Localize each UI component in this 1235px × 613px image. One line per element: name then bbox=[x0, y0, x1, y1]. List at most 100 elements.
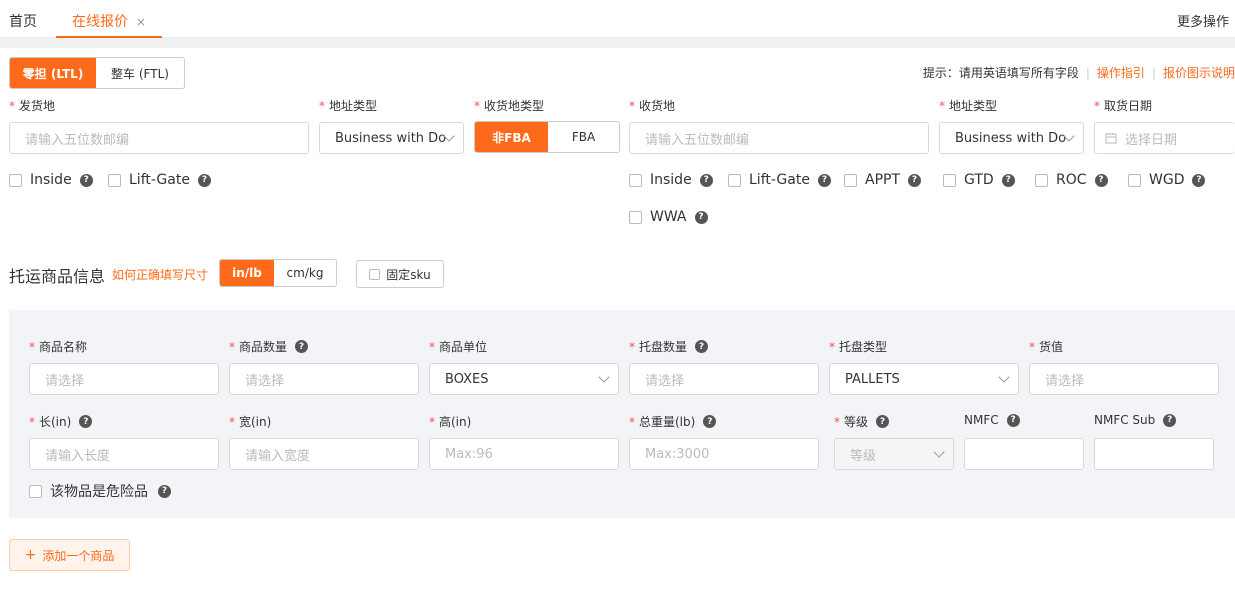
chevron-down-icon bbox=[933, 446, 945, 458]
checkbox-box[interactable] bbox=[108, 173, 121, 187]
checkbox-label: WGD bbox=[1149, 172, 1185, 188]
chevron-down-icon bbox=[998, 371, 1010, 383]
divider: | bbox=[1085, 66, 1090, 80]
question-circle-icon[interactable]: ? bbox=[79, 415, 93, 428]
tab-bar bbox=[0, 0, 1235, 38]
question-circle-icon[interactable]: ? bbox=[295, 340, 309, 353]
item-qty-input[interactable]: 请选择 bbox=[229, 363, 419, 395]
checkbox-box[interactable] bbox=[629, 210, 642, 224]
item-name-select[interactable]: 请选择 bbox=[29, 363, 219, 395]
class-select[interactable]: 等级 bbox=[834, 438, 954, 470]
question-circle-icon[interactable]: ? bbox=[1163, 413, 1177, 427]
height-input[interactable]: Max:96 bbox=[429, 438, 619, 470]
unit-cm-kg-button[interactable]: cm/kg bbox=[274, 260, 336, 286]
checkbox-label: WWA bbox=[650, 209, 687, 225]
value-label: * 货值 bbox=[1029, 340, 1064, 354]
length-input[interactable]: 请输入长度 bbox=[29, 438, 219, 470]
fba-button[interactable]: FBA bbox=[548, 122, 619, 152]
nmfc-label: NMFC? bbox=[964, 413, 1020, 427]
unit-in-lb-button[interactable]: in/lb bbox=[220, 260, 274, 286]
dest-roc-checkbox[interactable]: ROC? bbox=[1035, 172, 1108, 188]
checkbox-label: GTD bbox=[964, 172, 994, 188]
origin-label-text: 发货地 bbox=[19, 99, 56, 113]
quote-diagram-link[interactable]: 报价图示说明 bbox=[1163, 66, 1235, 80]
dest-zip-input[interactable]: 请输入五位数邮编 bbox=[629, 122, 929, 154]
weight-input[interactable]: Max:3000 bbox=[629, 438, 819, 470]
origin-addr-type-label: * 地址类型 bbox=[319, 99, 378, 113]
tab-home[interactable]: 首页 bbox=[9, 11, 37, 31]
checkbox-box[interactable] bbox=[9, 173, 22, 187]
divider: | bbox=[1151, 66, 1156, 80]
width-label: * 宽(in) bbox=[229, 415, 272, 429]
width-input[interactable]: 请输入宽度 bbox=[229, 438, 419, 470]
dest-wwa-checkbox[interactable]: WWA? bbox=[629, 209, 708, 225]
quote-page: 首页 在线报价 × 更多操作 零担 (LTL) 整车 (FTL) 提示：请用英语填… bbox=[0, 0, 1235, 613]
pickup-date-label-text: 取货日期 bbox=[1104, 99, 1153, 113]
non-fba-button[interactable]: 非FBA bbox=[475, 122, 548, 152]
checkbox-box[interactable] bbox=[728, 173, 741, 187]
question-circle-icon[interactable]: ? bbox=[1094, 173, 1108, 187]
nmfc-sub-label: NMFC Sub? bbox=[1094, 413, 1177, 427]
pallet-type-value: PALLETS bbox=[845, 371, 900, 387]
question-circle-icon[interactable]: ? bbox=[1006, 413, 1020, 427]
pickup-date-label: * 取货日期 bbox=[1094, 99, 1153, 113]
question-circle-icon[interactable]: ? bbox=[817, 173, 831, 187]
dest-inside-checkbox[interactable]: Inside? bbox=[629, 172, 713, 188]
height-label: * 高(in) bbox=[429, 415, 472, 429]
question-circle-icon[interactable]: ? bbox=[197, 173, 211, 187]
dest-liftgate-checkbox[interactable]: Lift-Gate? bbox=[728, 172, 831, 188]
pallet-type-select[interactable]: PALLETS bbox=[829, 363, 1019, 395]
dest-wgd-checkbox[interactable]: WGD? bbox=[1128, 172, 1206, 188]
checkbox-box[interactable] bbox=[369, 268, 381, 280]
size-help-link[interactable]: 如何正确填写尺寸 bbox=[112, 266, 208, 283]
dest-gtd-checkbox[interactable]: GTD? bbox=[943, 172, 1015, 188]
tab-online-quote[interactable]: 在线报价 × bbox=[56, 0, 163, 38]
checkbox-box[interactable] bbox=[1035, 173, 1048, 187]
question-circle-icon[interactable]: ? bbox=[158, 484, 171, 498]
dest-type-toggle: 非FBA FBA bbox=[474, 121, 620, 153]
question-circle-icon[interactable]: ? bbox=[1001, 173, 1015, 187]
dest-appt-checkbox[interactable]: APPT? bbox=[844, 172, 922, 188]
nmfc-input[interactable] bbox=[964, 438, 1084, 470]
mode-ltl-button[interactable]: 零担 (LTL) bbox=[10, 58, 96, 88]
pallet-qty-input[interactable]: 请选择 bbox=[629, 363, 819, 395]
pallet-qty-label-text: 托盘数量 bbox=[639, 340, 688, 354]
origin-liftgate-checkbox[interactable]: Lift-Gate? bbox=[108, 172, 211, 188]
origin-zip-input[interactable]: 请输入五位数邮编 bbox=[9, 122, 309, 154]
destination-label: * 收货地 bbox=[629, 99, 676, 113]
close-icon[interactable]: × bbox=[136, 15, 146, 29]
question-circle-icon[interactable]: ? bbox=[79, 173, 93, 187]
question-circle-icon[interactable]: ? bbox=[699, 173, 713, 187]
fixed-sku-checkbox[interactable]: 固定sku bbox=[356, 260, 444, 288]
add-item-button[interactable]: + 添加一个商品 bbox=[9, 539, 130, 571]
nmfc-label-text: NMFC bbox=[964, 413, 999, 427]
checkbox-box[interactable] bbox=[29, 484, 42, 498]
question-circle-icon[interactable]: ? bbox=[876, 415, 890, 428]
question-circle-icon[interactable]: ? bbox=[908, 173, 922, 187]
more-operations-button[interactable]: 更多操作 bbox=[1177, 11, 1229, 30]
value-input[interactable]: 请选择 bbox=[1029, 363, 1219, 395]
width-label-text: 宽(in) bbox=[239, 415, 272, 429]
mode-ftl-button[interactable]: 整车 (FTL) bbox=[96, 58, 184, 88]
item-unit-select[interactable]: BOXES bbox=[429, 363, 619, 395]
checkbox-label: Lift-Gate bbox=[749, 172, 810, 188]
question-circle-icon[interactable]: ? bbox=[695, 340, 709, 353]
question-circle-icon[interactable]: ? bbox=[703, 415, 717, 428]
class-label: * 等级? bbox=[834, 413, 890, 430]
item-qty-label: * 商品数量? bbox=[229, 338, 309, 355]
origin-addr-type-select[interactable]: Business with Do bbox=[319, 122, 464, 154]
checkbox-box[interactable] bbox=[629, 173, 642, 187]
item-qty-label-text: 商品数量 bbox=[239, 340, 288, 354]
checkbox-box[interactable] bbox=[943, 173, 956, 187]
question-circle-icon[interactable]: ? bbox=[1192, 173, 1206, 187]
checkbox-box[interactable] bbox=[1128, 173, 1141, 187]
nmfc-sub-input[interactable] bbox=[1094, 438, 1214, 470]
pickup-date-input[interactable]: 选择日期 bbox=[1094, 122, 1235, 154]
item-name-label: * 商品名称 bbox=[29, 340, 88, 354]
origin-inside-checkbox[interactable]: Inside? bbox=[9, 172, 93, 188]
checkbox-box[interactable] bbox=[844, 173, 857, 187]
guide-link[interactable]: 操作指引 bbox=[1097, 66, 1145, 80]
question-circle-icon[interactable]: ? bbox=[694, 210, 708, 224]
hazardous-checkbox[interactable]: 该物品是危险品? bbox=[29, 481, 171, 501]
dest-addr-type-select[interactable]: Business with Do bbox=[939, 122, 1084, 154]
